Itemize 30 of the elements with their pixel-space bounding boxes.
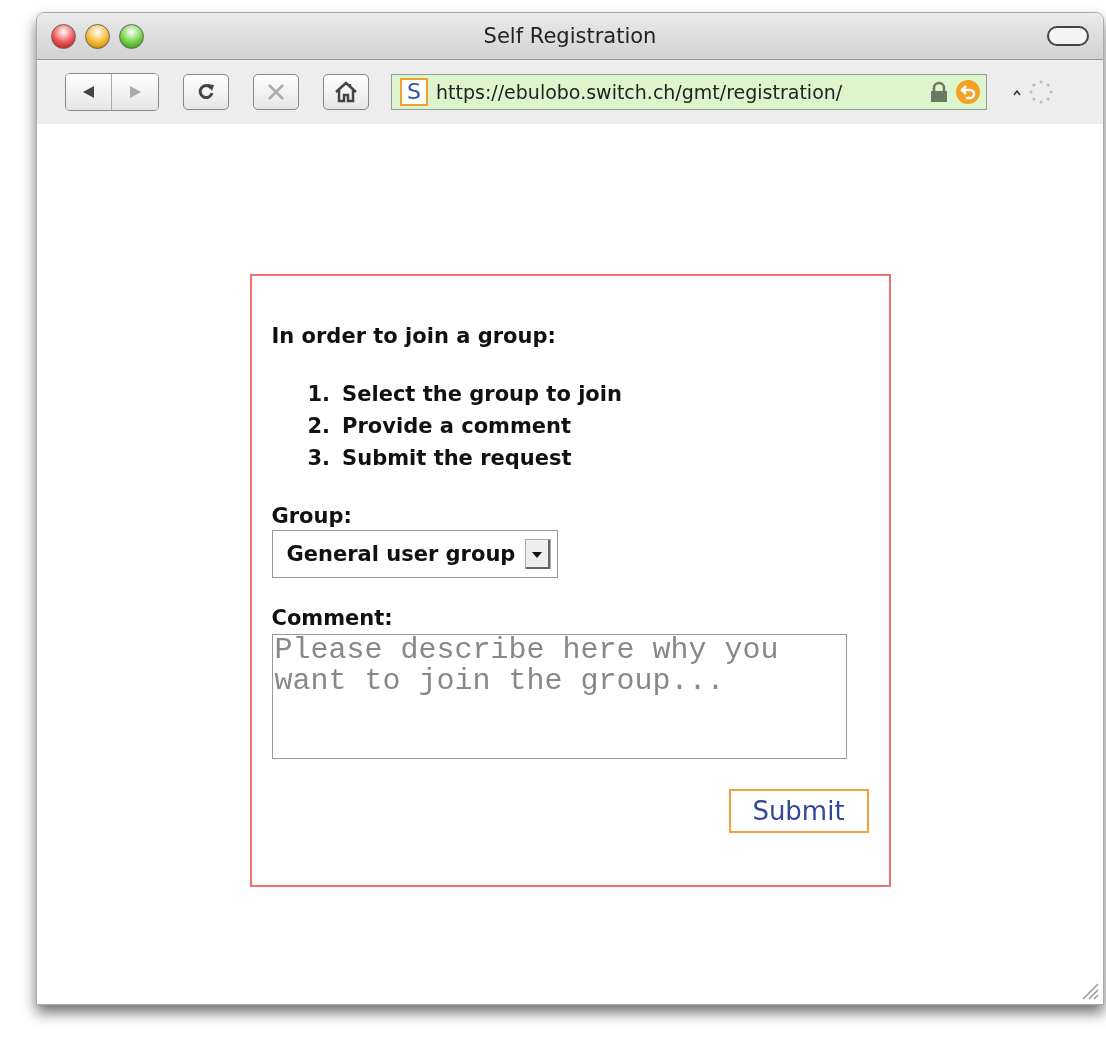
reload-button[interactable] (183, 74, 229, 110)
step-text: Submit the request (342, 445, 572, 472)
step-number: 3. (307, 445, 331, 472)
submit-button[interactable]: Submit (728, 789, 869, 833)
loading-spinner-icon (1011, 79, 1055, 105)
close-button[interactable] (51, 23, 76, 49)
group-label: Group: (271, 504, 353, 528)
home-icon (334, 81, 358, 103)
step-number: 1. (307, 381, 331, 408)
forward-icon (127, 84, 143, 100)
toolbar-toggle-button[interactable] (1047, 26, 1089, 46)
form-heading: In order to join a group: (271, 324, 557, 348)
address-bar[interactable]: S https://ebulobo.switch.ch/gmt/registration/ (391, 74, 987, 110)
back-button[interactable] (66, 74, 112, 110)
window-title: Self Registration (483, 24, 657, 48)
snapback-icon[interactable] (956, 80, 980, 104)
reload-icon (196, 82, 216, 102)
group-select[interactable]: General user group (271, 530, 559, 578)
step-text: Provide a comment (342, 413, 572, 440)
close-icon (266, 82, 286, 102)
minimize-button[interactable] (85, 23, 110, 49)
home-button[interactable] (323, 74, 369, 110)
zoom-button[interactable] (119, 23, 144, 49)
step-text: Select the group to join (342, 381, 622, 408)
step-number: 2. (307, 413, 331, 440)
site-favicon: S (400, 78, 428, 106)
comment-field[interactable]: Please describe here why you want to join the group... (271, 634, 847, 759)
url-text: https://ebulobo.switch.ch/gmt/registration/ (436, 81, 844, 103)
comment-label: Comment: (271, 606, 394, 630)
dropdown-arrow-icon (525, 539, 552, 569)
